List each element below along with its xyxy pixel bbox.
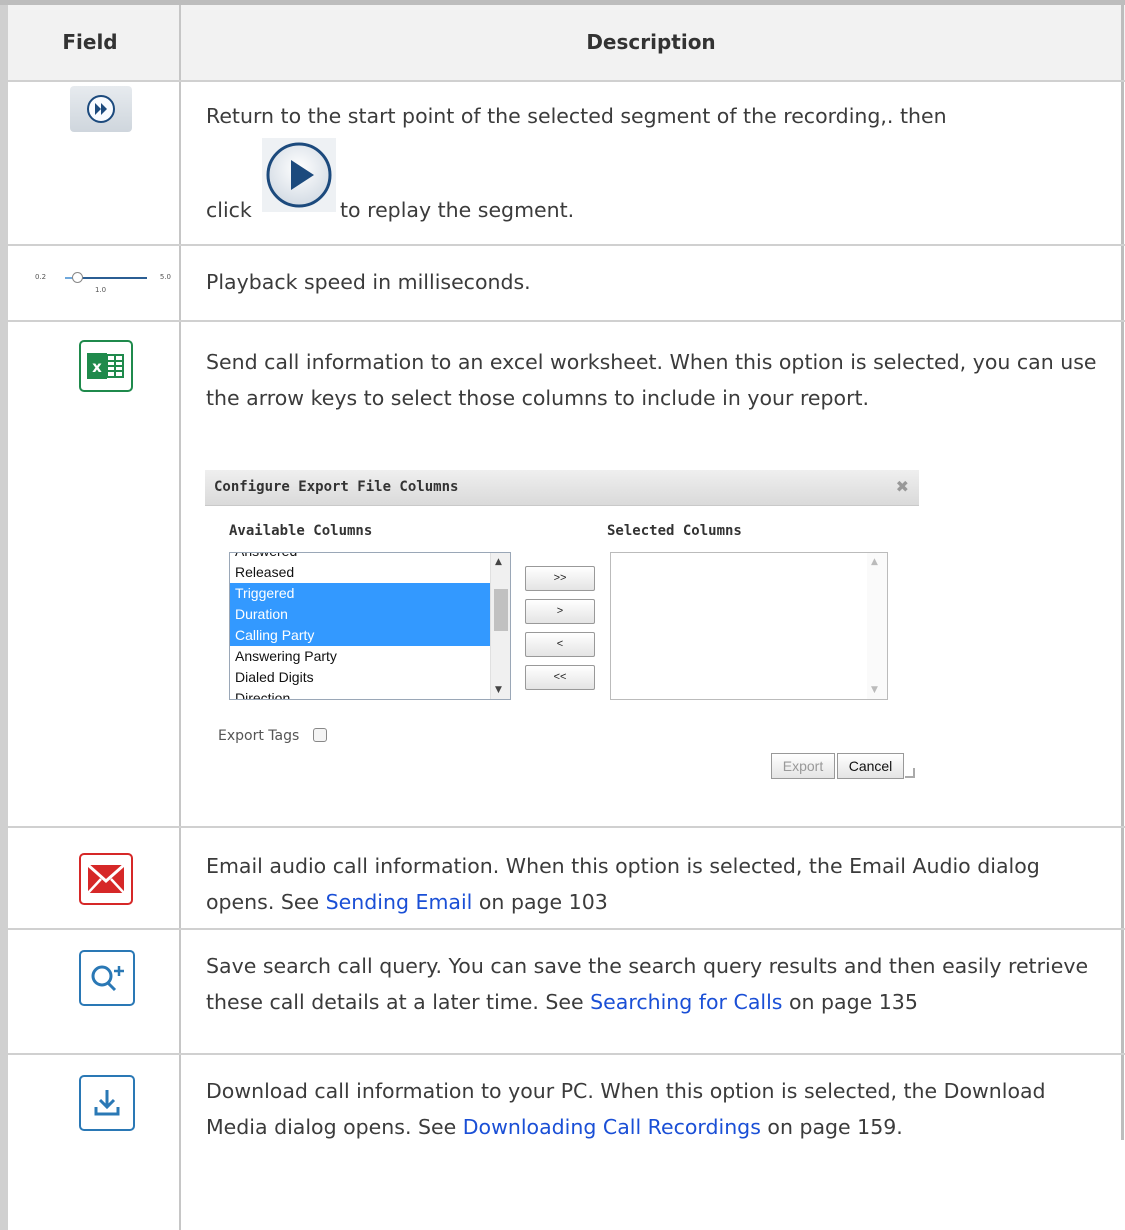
dialog-title-bar: Configure Export File Columns ✖ — [205, 470, 919, 506]
available-column-item[interactable]: Duration — [230, 604, 510, 625]
available-columns-list[interactable]: AnsweredReleasedTriggeredDurationCalling… — [229, 552, 511, 700]
close-icon[interactable]: ✖ — [896, 477, 909, 496]
dialog-title: Configure Export File Columns — [214, 479, 459, 495]
downloading-call-recordings-link[interactable]: Downloading Call Recordings — [463, 1115, 761, 1139]
selected-columns-label: Selected Columns — [607, 523, 742, 539]
table-top-border — [0, 0, 1125, 5]
row-3-text: Send call information to an excel worksh… — [206, 350, 1097, 410]
available-column-item[interactable]: Direction — [230, 688, 510, 699]
row-6-text: Download call information to your PC. Wh… — [206, 1079, 1046, 1139]
export-button[interactable]: Export — [771, 753, 835, 779]
row-divider — [0, 928, 1125, 930]
move-all-left-button[interactable]: << — [525, 665, 595, 690]
slider-min-label: 0.2 — [35, 273, 47, 281]
available-columns-label: Available Columns — [229, 523, 373, 539]
search-plus-icon — [79, 950, 135, 1006]
table-right-border — [1121, 0, 1124, 1140]
speed-slider-icon: 0.2 5.0 1.0 — [33, 270, 173, 300]
move-left-button[interactable]: < — [525, 632, 595, 657]
slider-value-label: 1.0 — [95, 286, 107, 294]
row-1-text-line-1: Return to the start point of the selecte… — [206, 104, 947, 128]
move-right-button[interactable]: > — [525, 599, 595, 624]
table-left-border — [0, 0, 8, 1230]
available-column-item[interactable]: Answering Party — [230, 646, 510, 667]
row-divider — [0, 320, 1125, 322]
available-column-item[interactable]: Dialed Digits — [230, 667, 510, 688]
cancel-button[interactable]: Cancel — [837, 753, 904, 779]
row-5-text: Save search call query. You can save the… — [206, 954, 1089, 1014]
slider-thumb — [72, 272, 83, 283]
header-field: Field — [62, 30, 118, 54]
resize-grip[interactable] — [905, 768, 915, 778]
row-divider — [0, 826, 1125, 828]
row-1-text-line-2: to replay the segment. — [340, 198, 575, 222]
configure-export-dialog: Configure Export File Columns ✖ Availabl… — [205, 470, 919, 792]
fast-forward-circle-icon — [70, 86, 132, 132]
play-button-icon — [262, 138, 336, 212]
available-column-item[interactable]: Triggered — [230, 583, 510, 604]
header-divider — [0, 80, 1125, 82]
selected-columns-list[interactable]: ▲ ▼ — [610, 552, 888, 700]
row-2-text: Playback speed in milliseconds. — [206, 270, 531, 294]
export-tags-checkbox[interactable] — [313, 728, 327, 742]
available-column-item[interactable]: Answered — [230, 553, 510, 562]
header-description: Description — [586, 30, 716, 54]
slider-max-label: 5.0 — [159, 273, 171, 281]
row-divider — [0, 244, 1125, 246]
svg-text:x: x — [92, 358, 102, 376]
sending-email-link[interactable]: Sending Email — [326, 890, 473, 914]
email-icon — [79, 853, 133, 905]
available-column-item[interactable]: Calling Party — [230, 625, 510, 646]
description-table: Field Description Return to the start po… — [0, 0, 1125, 1230]
row-1-click-text: click — [206, 198, 252, 222]
row-divider — [0, 1053, 1125, 1055]
move-all-right-button[interactable]: >> — [525, 566, 595, 591]
scroll-thumb[interactable] — [494, 589, 508, 631]
row-4-text: Email audio call information. When this … — [206, 854, 1040, 914]
excel-icon: x — [79, 340, 133, 392]
export-tags-label: Export Tags — [218, 728, 300, 744]
column-divider — [179, 0, 181, 1230]
searching-for-calls-link[interactable]: Searching for Calls — [590, 990, 782, 1014]
available-column-item[interactable]: Released — [230, 562, 510, 583]
list-scrollbar[interactable]: ▲ ▼ — [490, 553, 510, 699]
download-icon — [79, 1075, 135, 1131]
